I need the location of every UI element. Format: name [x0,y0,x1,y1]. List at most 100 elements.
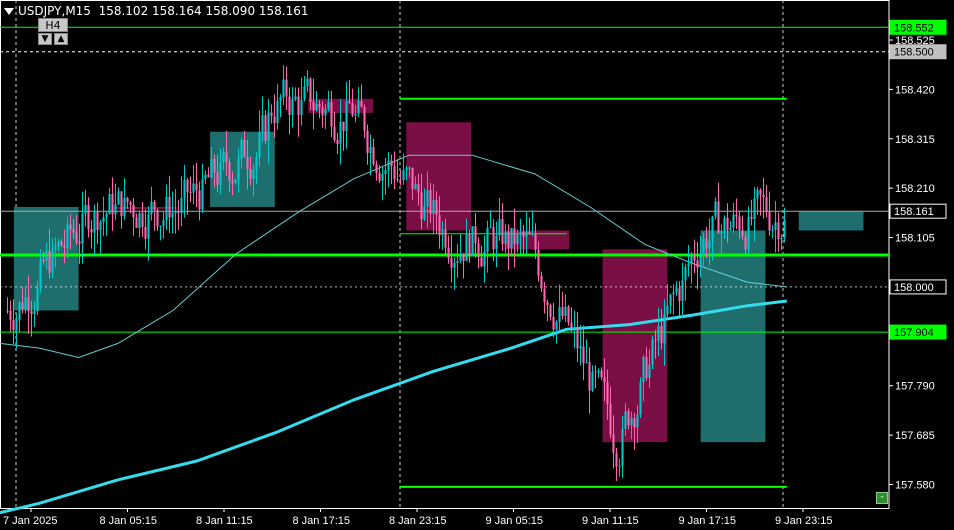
tf-up-button[interactable]: ▲ [54,33,68,45]
candle-body-69 [213,159,216,173]
candle-body-75 [231,180,234,183]
collapse-button[interactable]: - [876,492,888,504]
candle-body-14 [48,250,51,273]
candle-body-119 [363,107,366,131]
candle-body-133 [405,168,408,170]
candle-body-81 [249,169,252,179]
candle-body-258 [780,237,783,240]
price-chart[interactable]: 158.525158.420158.315158.210158.105157.7… [0,0,954,530]
candle-body-98 [300,99,303,115]
candle-body-141 [429,190,432,214]
candle-body-220 [666,305,669,315]
candle-body-109 [333,126,336,140]
candle-body-55 [171,212,174,218]
candle-body-239 [723,217,726,232]
candle-body-136 [414,184,417,190]
candle-body-32 [102,217,105,223]
candle-body-224 [678,288,681,301]
candle-body-89 [273,116,276,124]
candle-body-223 [675,288,678,293]
candle-body-78 [240,140,243,160]
candle-body-157 [477,243,480,258]
candle-body-255 [771,229,774,231]
candle-body-111 [339,121,342,144]
candle-body-104 [318,103,321,107]
candle-body-243 [735,214,738,217]
y-tick-label-6: 157.685 [895,430,935,442]
candle-body-74 [228,162,231,181]
candle-body-37 [117,191,120,205]
candle-body-253 [765,197,768,213]
candle-body-12 [42,259,45,262]
candle-body-147 [447,247,450,259]
candle-body-231 [699,255,702,268]
candle-body-156 [474,226,477,244]
candle-body-23 [75,232,78,242]
y-tick-label-3: 158.210 [895,183,935,195]
candle-body-134 [408,167,411,169]
candle-body-159 [483,251,486,267]
candle-body-132 [402,169,405,181]
candle-body-161 [489,226,492,228]
candle-body-138 [420,192,423,220]
dropdown-triangle-icon[interactable] [4,8,14,15]
candle-body-155 [471,226,474,256]
timeframe-label: M15 [65,4,91,18]
h4-candle-7 [700,230,766,443]
tf-down-button[interactable]: ▼ [38,33,52,45]
candle-body-130 [396,179,399,181]
candle-body-139 [423,206,426,220]
candle-body-52 [162,219,165,226]
candle-body-131 [399,179,402,181]
candle-body-178 [540,275,543,289]
candle-body-47 [147,214,150,239]
candle-body-246 [744,236,747,250]
candle-body-194 [588,362,591,391]
x-tick-label-0: 7 Jan 2025 [3,515,57,527]
candle-body-144 [438,214,441,236]
candle-body-158 [480,257,483,267]
candle-body-235 [711,216,714,241]
candle-body-6 [24,297,27,310]
candle-body-17 [57,241,60,247]
x-tick-label-8: 9 Jan 23:15 [775,515,833,527]
candle-body-165 [501,219,504,244]
candle-body-145 [441,229,444,236]
candle-body-245 [741,230,744,237]
candle-body-93 [285,79,288,97]
candle-body-27 [87,204,90,229]
candle-body-67 [207,174,210,178]
candle-body-175 [531,233,534,235]
candle-body-170 [516,234,519,245]
candle-body-92 [282,79,285,98]
candle-body-29 [93,210,96,233]
candle-body-202 [612,434,615,453]
candle-body-44 [138,213,141,228]
candle-body-4 [18,302,21,321]
candle-body-254 [768,212,771,231]
candle-body-106 [324,109,327,116]
candle-body-232 [702,238,705,256]
candle-body-59 [183,179,186,199]
candle-body-54 [168,196,171,218]
candle-body-234 [708,240,711,249]
candle-body-15 [51,249,54,273]
candle-body-162 [492,226,495,250]
candle-body-113 [345,101,348,132]
candle-body-208 [630,418,633,426]
candle-body-237 [717,201,720,234]
candle-body-214 [648,364,651,379]
candle-body-227 [687,263,690,267]
h4-candle-8 [798,211,864,231]
candle-body-190 [576,327,579,349]
candle-body-125 [381,174,384,181]
candle-body-201 [609,403,612,435]
y-tick-label-1: 158.420 [895,84,935,96]
candle-body-140 [426,190,429,207]
candle-body-216 [654,339,657,341]
candle-body-127 [387,160,390,171]
candle-body-25 [81,213,84,244]
candle-body-107 [327,102,330,110]
candle-body-31 [99,222,102,231]
candle-body-22 [72,229,75,233]
